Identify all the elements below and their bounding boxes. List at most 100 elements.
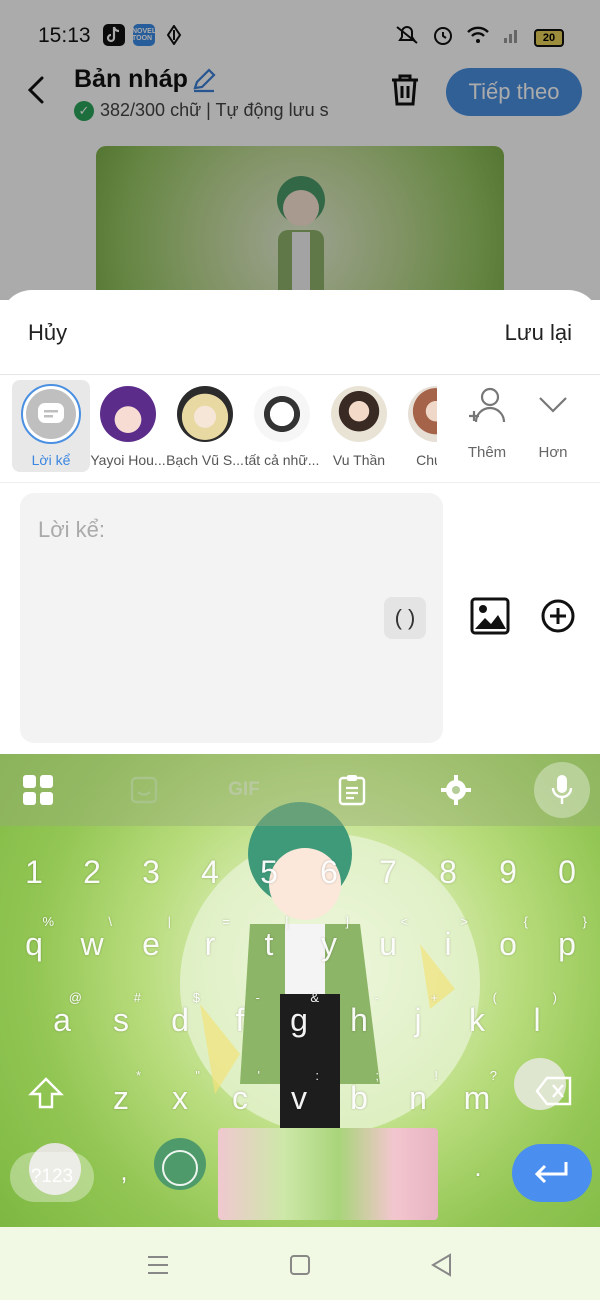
cancel-button[interactable]: Hủy bbox=[28, 320, 67, 346]
symbols-key[interactable]: ?123 bbox=[10, 1152, 94, 1202]
key-6[interactable]: 6 bbox=[309, 854, 349, 891]
key-o[interactable]: o{ bbox=[488, 914, 528, 963]
emoji-icon[interactable] bbox=[162, 1150, 198, 1186]
key-hint: - bbox=[374, 990, 379, 1005]
key-label: z bbox=[113, 1080, 129, 1116]
character-name: Yayoi Hou... bbox=[90, 452, 166, 468]
dialogue-input[interactable]: Lời kể: ( ) bbox=[20, 493, 443, 743]
key-g[interactable]: g & bbox=[279, 990, 319, 1039]
gear-icon[interactable] bbox=[438, 772, 474, 808]
keyboard: GIF 1 2 3 4 5 6 7 8 9 0 q% w \ e | r = t[ y… bbox=[0, 754, 600, 1227]
key-label: j bbox=[414, 1002, 422, 1038]
character-tat-ca[interactable]: tất cả nhữ... bbox=[243, 380, 321, 472]
apps-icon[interactable] bbox=[20, 772, 56, 808]
key-7[interactable]: 7 bbox=[368, 854, 408, 891]
key-h[interactable]: h- bbox=[339, 990, 379, 1039]
key-l[interactable]: l) bbox=[517, 990, 557, 1039]
mic-icon bbox=[551, 775, 573, 804]
key-label: u bbox=[379, 926, 397, 962]
key-e[interactable]: e | bbox=[131, 914, 171, 963]
gif-icon[interactable]: GIF bbox=[226, 772, 262, 808]
back-nav-button[interactable] bbox=[428, 1251, 456, 1279]
divider bbox=[0, 482, 600, 483]
character-yayoi[interactable]: Yayoi Hou... bbox=[89, 380, 167, 472]
menu-nav-button[interactable] bbox=[144, 1251, 172, 1279]
key-hint: [ bbox=[285, 914, 289, 929]
key-8[interactable]: 8 bbox=[428, 854, 468, 891]
key-hint: ; bbox=[375, 1068, 379, 1083]
key-label: g bbox=[290, 1002, 308, 1038]
space-bar[interactable] bbox=[218, 1128, 438, 1220]
key-f[interactable]: f- bbox=[220, 990, 260, 1039]
clipboard-icon[interactable] bbox=[334, 772, 370, 808]
key-m[interactable]: m? bbox=[457, 1068, 497, 1117]
key-y[interactable]: y] bbox=[309, 914, 349, 963]
backspace-key[interactable] bbox=[534, 1076, 574, 1114]
key-1[interactable]: 1 bbox=[14, 854, 54, 891]
save-button[interactable]: Lưu lại bbox=[505, 320, 572, 346]
key-9[interactable]: 9 bbox=[488, 854, 528, 891]
key-hint: ] bbox=[345, 914, 349, 929]
key-i[interactable]: i > bbox=[428, 914, 468, 963]
key-hint: - bbox=[255, 990, 260, 1005]
insert-image-button[interactable] bbox=[470, 596, 510, 636]
parentheses-button[interactable]: ( ) bbox=[384, 597, 426, 639]
key-q[interactable]: q% bbox=[14, 914, 54, 963]
key-x[interactable]: x " bbox=[160, 1068, 200, 1117]
key-k[interactable]: k( bbox=[457, 990, 497, 1039]
key-c[interactable]: c ' bbox=[220, 1068, 260, 1117]
key-label: f bbox=[235, 1002, 245, 1038]
sticker-icon[interactable] bbox=[126, 772, 162, 808]
key-s[interactable]: s # bbox=[101, 990, 141, 1039]
dialogue-sheet: Hủy Lưu lại Lời kể Yayoi Hou... Bạch Vũ … bbox=[0, 290, 600, 755]
key-label: h bbox=[350, 1002, 368, 1038]
key-z[interactable]: z * bbox=[101, 1068, 141, 1117]
keyboard-toolbar bbox=[0, 754, 600, 826]
key-a[interactable]: a @ bbox=[42, 990, 82, 1039]
character-narrator[interactable]: Lời kể bbox=[12, 380, 90, 472]
home-nav-button[interactable] bbox=[286, 1251, 314, 1279]
character-bach-vu[interactable]: Bạch Vũ S... bbox=[166, 380, 244, 472]
add-label: Thêm bbox=[467, 444, 507, 461]
key-d[interactable]: d $ bbox=[160, 990, 200, 1039]
key-4[interactable]: 4 bbox=[190, 854, 230, 891]
key-t[interactable]: t[ bbox=[249, 914, 289, 963]
key-u[interactable]: u < bbox=[368, 914, 408, 963]
key-label: w bbox=[80, 926, 104, 962]
mic-button[interactable] bbox=[534, 762, 590, 818]
key-b[interactable]: b; bbox=[339, 1068, 379, 1117]
more-characters-button[interactable]: Hơn bbox=[518, 386, 588, 466]
dim-overlay[interactable] bbox=[0, 0, 600, 300]
key-v[interactable]: v: bbox=[279, 1068, 319, 1117]
avatar bbox=[21, 384, 81, 444]
key-n[interactable]: n! bbox=[398, 1068, 438, 1117]
shift-icon bbox=[28, 1077, 64, 1109]
period-key[interactable]: . bbox=[458, 1152, 498, 1183]
add-content-button[interactable] bbox=[540, 598, 576, 634]
back-triangle-icon bbox=[431, 1253, 451, 1277]
input-placeholder: Lời kể: bbox=[38, 517, 106, 542]
enter-key[interactable] bbox=[512, 1144, 592, 1202]
avatar bbox=[331, 386, 387, 442]
shift-key[interactable] bbox=[26, 1076, 66, 1118]
key-3[interactable]: 3 bbox=[131, 854, 171, 891]
key-hint: ? bbox=[489, 1068, 497, 1083]
image-icon bbox=[470, 597, 510, 635]
comma-key[interactable]: , bbox=[104, 1156, 144, 1187]
speech-bubble-icon bbox=[38, 403, 64, 423]
system-nav-bar bbox=[0, 1227, 600, 1300]
key-j[interactable]: j + bbox=[398, 990, 438, 1039]
character-vu-than[interactable]: Vu Thần bbox=[320, 380, 398, 472]
key-p[interactable]: p} bbox=[547, 914, 587, 963]
key-2[interactable]: 2 bbox=[72, 854, 112, 891]
key-5[interactable]: 5 bbox=[249, 854, 289, 891]
plus-circle-icon bbox=[541, 599, 575, 633]
key-r[interactable]: r = bbox=[190, 914, 230, 963]
key-w[interactable]: w \ bbox=[72, 914, 112, 963]
character-chu[interactable]: Chu Đ bbox=[397, 380, 437, 472]
key-0[interactable]: 0 bbox=[547, 854, 587, 891]
key-hint: { bbox=[523, 914, 528, 929]
key-hint: " bbox=[195, 1068, 200, 1083]
character-name: Vu Thần bbox=[332, 452, 386, 468]
add-character-button[interactable]: Thêm bbox=[452, 386, 522, 466]
